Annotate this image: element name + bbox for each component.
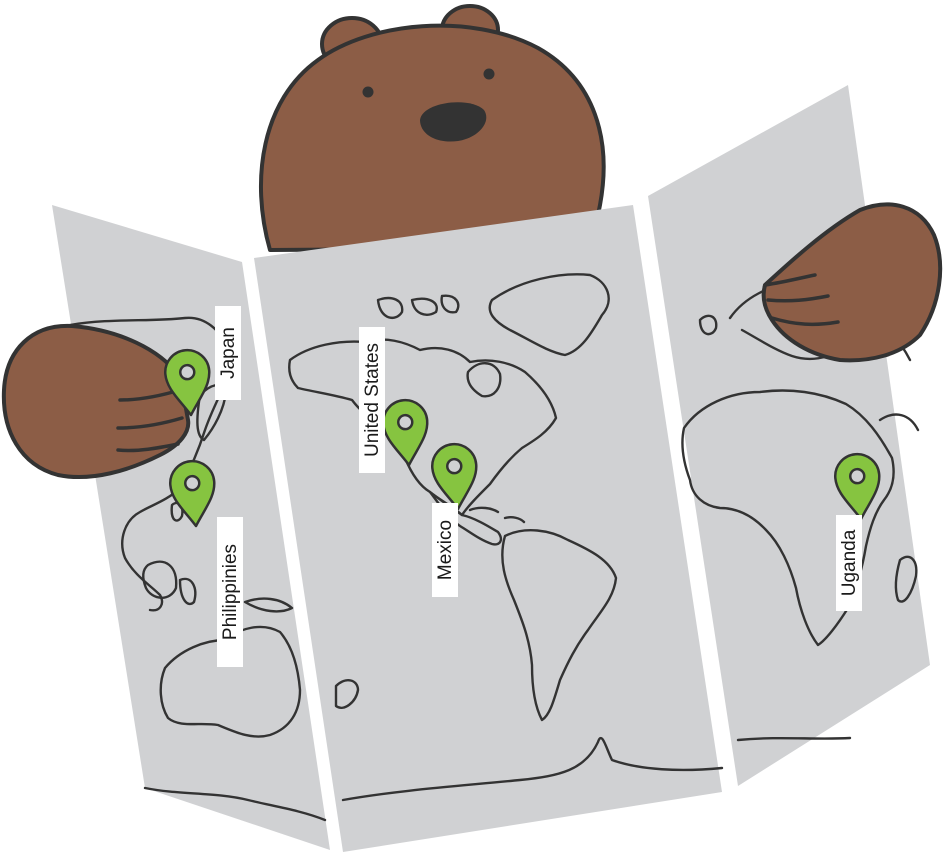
map-panel-center: [254, 205, 724, 852]
label-japan: Japan: [215, 306, 241, 400]
label-japan-text: Japan: [218, 327, 239, 379]
bear-reading-world-map-illustration: Japan Philippinies United States Mexico …: [1, 4, 943, 852]
bear-eye-right: [483, 68, 495, 80]
map-pin-hole: [446, 457, 463, 475]
map-pin-hole: [179, 363, 196, 381]
label-united-states-text: United States: [362, 343, 383, 457]
map-pin-hole: [397, 413, 414, 431]
label-mexico-text: Mexico: [435, 520, 456, 580]
bear-eye-left: [362, 86, 374, 98]
map-pin-hole: [184, 474, 201, 492]
label-mexico: Mexico: [432, 503, 458, 597]
label-united-states: United States: [359, 327, 385, 473]
map-pin-hole: [849, 467, 866, 485]
label-uganda-text: Uganda: [839, 529, 860, 596]
label-uganda: Uganda: [836, 515, 862, 611]
label-philippinies: Philippinies: [217, 517, 243, 667]
label-philippinies-text: Philippinies: [220, 544, 241, 640]
map-panel-center-sheet: [254, 205, 722, 852]
bear-head: [259, 4, 606, 252]
